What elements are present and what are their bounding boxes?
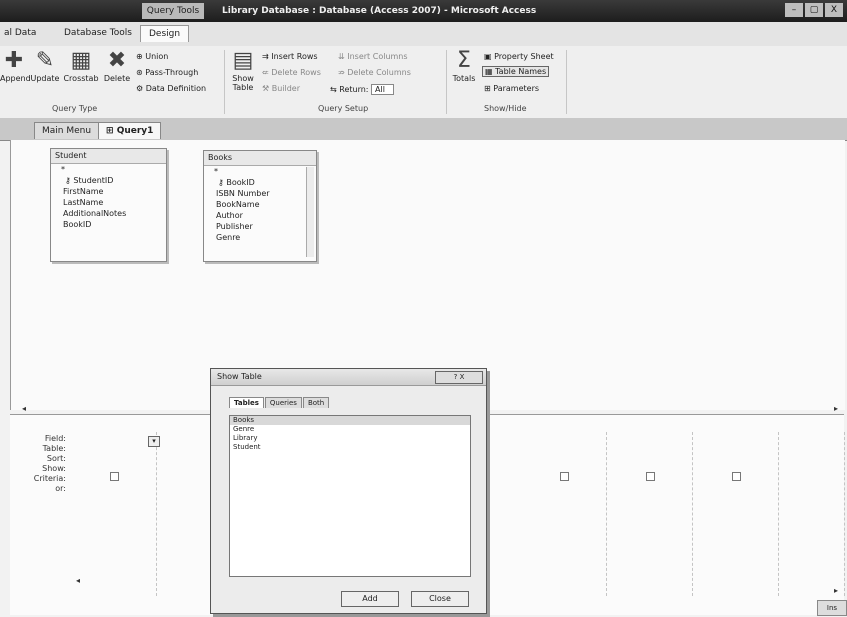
show-table-icon: ▤ [232, 48, 254, 73]
table-names-button[interactable]: ▦ Table Names [482, 66, 550, 77]
query-icon: ⊞ [106, 126, 117, 136]
field-item[interactable]: ⚷ StudentID [51, 175, 166, 186]
show-table-dialog: Show Table ? X Tables Queries Both Books… [210, 368, 487, 614]
close-window-button[interactable]: X [825, 3, 843, 17]
tab-query1[interactable]: ⊞ Query1 [98, 122, 162, 139]
query-type-caption: Query Type [52, 104, 98, 113]
field-item[interactable]: BookID [51, 219, 166, 230]
grid-column[interactable] [692, 432, 779, 596]
return-select[interactable]: All [371, 84, 394, 95]
grid-column[interactable] [606, 432, 693, 596]
table-scrollbar[interactable] [306, 167, 314, 257]
list-item[interactable]: Books [230, 416, 470, 425]
field-all[interactable]: * [204, 166, 316, 177]
pass-through-button[interactable]: ⊛ Pass-Through [136, 68, 198, 77]
show-table-button[interactable]: ▤ Show Table [228, 48, 258, 92]
show-checkbox[interactable] [732, 472, 741, 481]
show-hide-caption: Show/Hide [484, 104, 527, 113]
union-button[interactable]: ⊕ Union [136, 52, 168, 61]
group-separator [566, 50, 567, 114]
field-item[interactable]: FirstName [51, 186, 166, 197]
delete-columns-button[interactable]: ⇏ Delete Columns [338, 68, 411, 77]
tab-main-menu[interactable]: Main Menu [34, 122, 100, 139]
title-bar: Query Tools Library Database : Database … [0, 0, 847, 22]
table-list[interactable]: Books Genre Library Student [229, 415, 471, 577]
window-title: Library Database : Database (Access 2007… [222, 6, 537, 16]
key-icon: ⚷ [218, 178, 227, 187]
data-definition-button[interactable]: ⚙ Data Definition [136, 84, 206, 93]
update-icon: ✎ [35, 48, 55, 73]
grid-scroll-left-icon[interactable]: ◂ [76, 576, 80, 585]
grid-row-labels: Field: Table: Sort: Show: Criteria: or: [33, 434, 66, 493]
list-item[interactable]: Library [230, 434, 470, 443]
dialog-help-close-buttons[interactable]: ? X [435, 371, 483, 384]
status-indicator: Ins [817, 600, 847, 616]
append-icon: ✚ [4, 48, 24, 73]
field-all[interactable]: * [51, 164, 166, 175]
document-tabs: Main Menu ⊞ Query1 [0, 118, 847, 141]
minimize-button[interactable]: – [785, 3, 803, 17]
dropdown-arrow-icon[interactable]: ▾ [148, 436, 160, 447]
field-item[interactable]: LastName [51, 197, 166, 208]
show-checkbox[interactable] [646, 472, 655, 481]
return-control[interactable]: ⇆ Return: All [330, 84, 394, 95]
scroll-right-icon[interactable]: ▸ [834, 404, 838, 413]
table-title[interactable]: Books [204, 151, 316, 166]
update-button[interactable]: ✎ Update [30, 48, 60, 83]
tab-both[interactable]: Both [302, 397, 330, 408]
field-item[interactable]: ISBN Number [204, 188, 316, 199]
query-setup-caption: Query Setup [318, 104, 369, 113]
field-item[interactable]: Publisher [204, 221, 316, 232]
tab-external-data[interactable]: al Data [4, 28, 36, 38]
list-item[interactable]: Genre [230, 425, 470, 434]
field-item[interactable]: BookName [204, 199, 316, 210]
grid-column[interactable] [778, 432, 845, 596]
grid-column[interactable] [70, 432, 157, 596]
field-item[interactable]: Author [204, 210, 316, 221]
insert-columns-button[interactable]: ⇊ Insert Columns [338, 52, 408, 61]
add-button[interactable]: Add [341, 591, 399, 607]
builder-button[interactable]: ⚒ Builder [262, 84, 300, 93]
grid-column[interactable] [520, 432, 607, 596]
close-button[interactable]: Close [411, 591, 469, 607]
crosstab-icon: ▦ [70, 48, 92, 73]
tab-database-tools[interactable]: Database Tools [64, 28, 132, 38]
parameters-button[interactable]: ⊞ Parameters [484, 84, 539, 93]
sigma-icon: Σ [457, 48, 471, 73]
tab-queries[interactable]: Queries [264, 397, 302, 408]
field-item[interactable]: Genre [204, 232, 316, 243]
ribbon: ✚ Append ✎ Update ▦ Crosstab ✖ Delete ⊕ Unio… [0, 46, 847, 119]
tab-design[interactable]: Design [140, 25, 190, 42]
grid-scroll-right-icon[interactable]: ▸ [834, 586, 838, 595]
maximize-button[interactable]: ▢ [805, 3, 823, 17]
totals-button[interactable]: Σ Totals [450, 48, 478, 83]
insert-rows-button[interactable]: ⇉ Insert Rows [262, 52, 318, 61]
append-button[interactable]: ✚ Append [0, 48, 31, 83]
field-item[interactable]: ⚷ BookID [204, 177, 316, 188]
table-box-books[interactable]: Books * ⚷ BookID ISBN Number BookName Au… [203, 150, 317, 262]
delete-rows-button[interactable]: ⇍ Delete Rows [262, 68, 321, 77]
key-icon: ⚷ [65, 176, 74, 185]
table-title[interactable]: Student [51, 149, 166, 164]
ribbon-tabs: al Data Database Tools Design [0, 22, 847, 47]
show-checkbox[interactable] [110, 472, 119, 481]
crosstab-button[interactable]: ▦ Crosstab [62, 48, 100, 83]
group-separator [446, 50, 447, 114]
show-checkbox[interactable] [560, 472, 569, 481]
query-tools-context-tab: Query Tools [142, 3, 204, 19]
group-separator [224, 50, 225, 114]
table-box-student[interactable]: Student * ⚷ StudentID FirstName LastName… [50, 148, 167, 262]
delete-icon: ✖ [107, 48, 127, 73]
scroll-left-icon[interactable]: ◂ [22, 404, 26, 413]
field-item[interactable]: AdditionalNotes [51, 208, 166, 219]
property-sheet-button[interactable]: ▣ Property Sheet [484, 52, 554, 61]
list-item[interactable]: Student [230, 443, 470, 452]
tab-tables[interactable]: Tables [229, 397, 264, 408]
delete-button[interactable]: ✖ Delete [102, 48, 132, 83]
